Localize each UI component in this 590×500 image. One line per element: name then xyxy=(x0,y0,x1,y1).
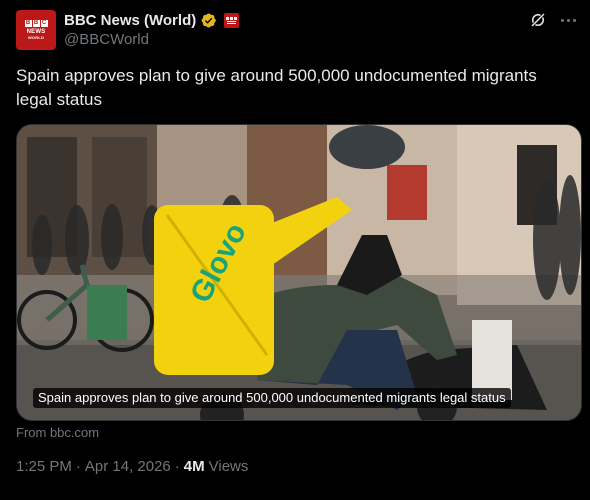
verified-badge-icon[interactable] xyxy=(200,12,217,29)
bbc-logo-icon: B B C xyxy=(24,20,48,27)
avatar-world-text: WORLD xyxy=(27,35,45,40)
author-display-name[interactable]: BBC News (World) xyxy=(64,12,196,29)
tweet-date[interactable]: Apr 14, 2026 xyxy=(85,458,171,475)
tweet-text: Spain approves plan to give around 500,0… xyxy=(16,66,537,109)
affiliate-bbc-icon[interactable] xyxy=(224,12,240,28)
grok-icon[interactable] xyxy=(529,11,547,29)
author-names: BBC News (World) @BBCWorld xyxy=(64,10,240,50)
views-count[interactable]: 4M xyxy=(184,458,205,475)
more-icon[interactable] xyxy=(561,11,576,29)
meta-separator: · xyxy=(75,458,81,475)
meta-separator-2: · xyxy=(174,458,180,475)
name-row: BBC News (World) xyxy=(64,10,240,30)
avatar[interactable]: B B C NEWS WORLD xyxy=(16,10,56,50)
author-handle[interactable]: @BBCWorld xyxy=(64,30,239,50)
media-caption: Spain approves plan to give around 500,0… xyxy=(33,388,511,408)
tweet-header: B B C NEWS WORLD BBC News (World) @BBCWo… xyxy=(16,8,576,52)
tweet-card: B B C NEWS WORLD BBC News (World) @BBCWo… xyxy=(0,0,590,500)
tweet-meta: 1:25 PM · Apr 14, 2026 · 4M Views xyxy=(16,458,248,475)
header-actions xyxy=(529,10,576,30)
tweet-time[interactable]: 1:25 PM xyxy=(16,458,72,475)
tweet-media-image[interactable]: Glovo Spain approves plan to give around… xyxy=(16,124,582,421)
card-source-link[interactable]: From bbc.com xyxy=(16,425,99,440)
views-label: Views xyxy=(208,458,249,475)
media-photo: Glovo xyxy=(17,125,581,420)
